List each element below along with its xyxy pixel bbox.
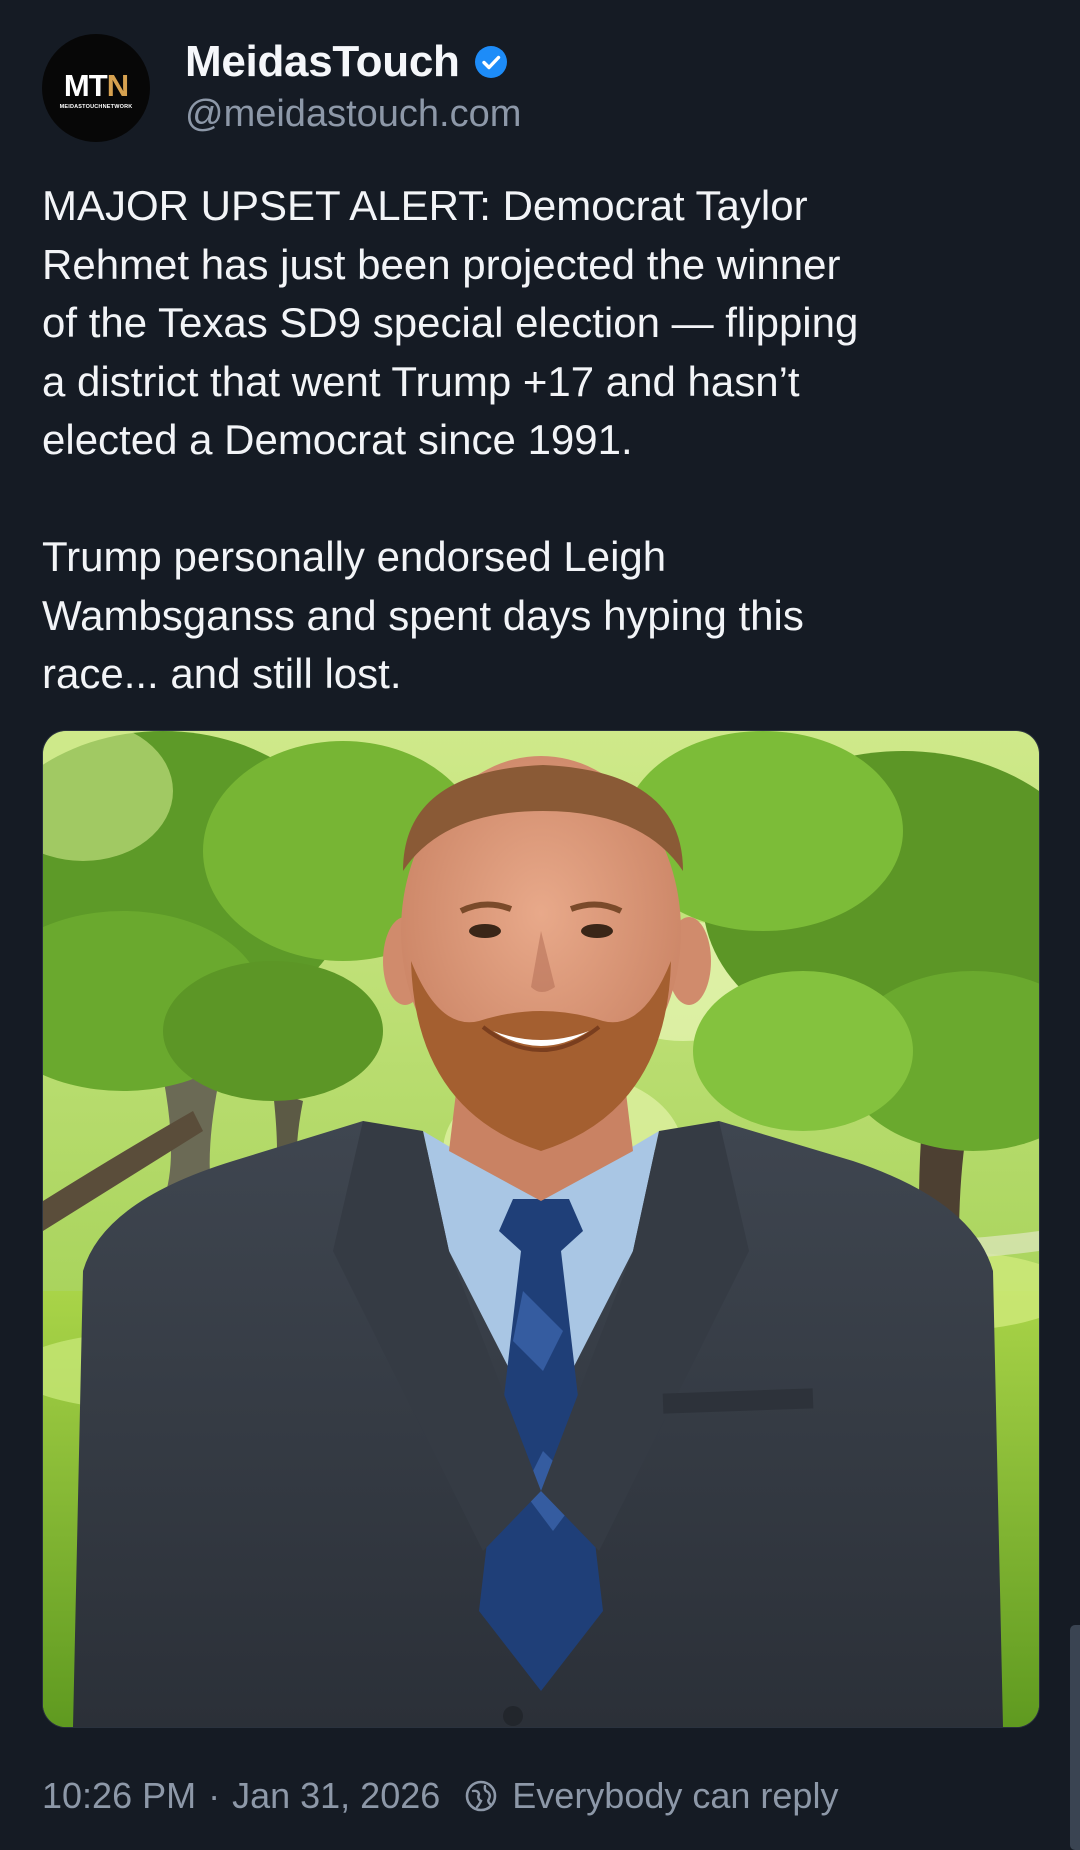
post-text: MAJOR UPSET ALERT: Democrat Taylor Rehme… [42,182,859,697]
author-handle[interactable]: @meidastouch.com [185,93,521,136]
scrollbar-thumb[interactable] [1070,1625,1080,1850]
author-display-name[interactable]: MeidasTouch [185,37,460,87]
verified-badge-icon [474,45,508,79]
avatar-logo: MTN [63,68,129,103]
post-time[interactable]: 10:26 PM [42,1775,196,1817]
author-avatar[interactable]: MTN MEIDASTOUCHNETWORK [42,34,150,142]
footer-separator: · [208,1775,221,1816]
post-image[interactable] [42,730,1040,1728]
post-date[interactable]: Jan 31, 2026 [232,1775,440,1817]
reply-setting-label[interactable]: Everybody can reply [512,1775,838,1817]
author-name-row: MeidasTouch [185,34,508,90]
post-card: MTN MEIDASTOUCHNETWORK MeidasTouch @meid… [0,0,1080,1850]
globe-icon [464,1779,498,1813]
avatar-logo-subtext: MEIDASTOUCHNETWORK [59,104,133,110]
post-footer: 10:26 PM · Jan 31, 2026 Everybody can re… [42,1770,838,1822]
